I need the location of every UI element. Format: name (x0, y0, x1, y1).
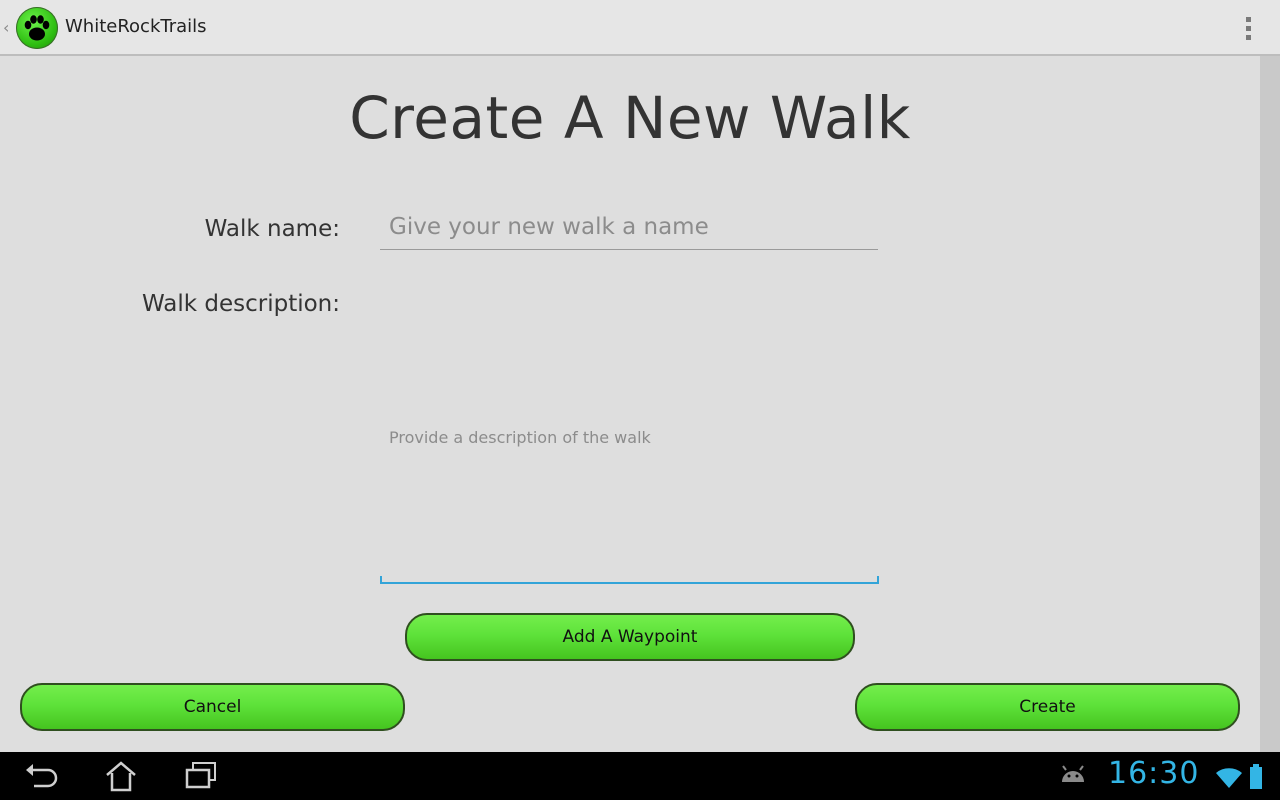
recent-apps-icon[interactable] (182, 760, 222, 792)
walk-description-placeholder: Provide a description of the walk (389, 427, 651, 447)
wifi-icon (1214, 764, 1244, 790)
action-bar: ‹ WhiteRockTrails (0, 0, 1280, 56)
create-button[interactable]: Create (855, 683, 1240, 731)
overflow-menu-icon[interactable] (1236, 14, 1260, 42)
android-debug-icon (1058, 764, 1088, 788)
cancel-button[interactable]: Cancel (20, 683, 405, 731)
up-caret-icon[interactable]: ‹ (3, 18, 13, 38)
app-title: WhiteRockTrails (65, 16, 207, 37)
scroll-edge (1260, 56, 1280, 752)
battery-icon (1248, 764, 1264, 790)
walk-description-input[interactable]: Provide a description of the walk (380, 292, 879, 584)
walk-description-label: Walk description: (141, 291, 340, 317)
walk-name-input[interactable] (380, 208, 878, 250)
page-title: Create A New Walk (349, 84, 911, 152)
paw-logo-icon[interactable] (16, 7, 58, 49)
back-icon[interactable] (22, 760, 62, 792)
clock: 16:30 (1108, 756, 1200, 791)
walk-name-label: Walk name: (204, 216, 340, 242)
input-corner (380, 576, 382, 584)
home-icon[interactable] (102, 760, 142, 792)
add-waypoint-button[interactable]: Add A Waypoint (405, 613, 855, 661)
system-navigation-bar (0, 752, 1280, 800)
input-corner (877, 576, 879, 584)
